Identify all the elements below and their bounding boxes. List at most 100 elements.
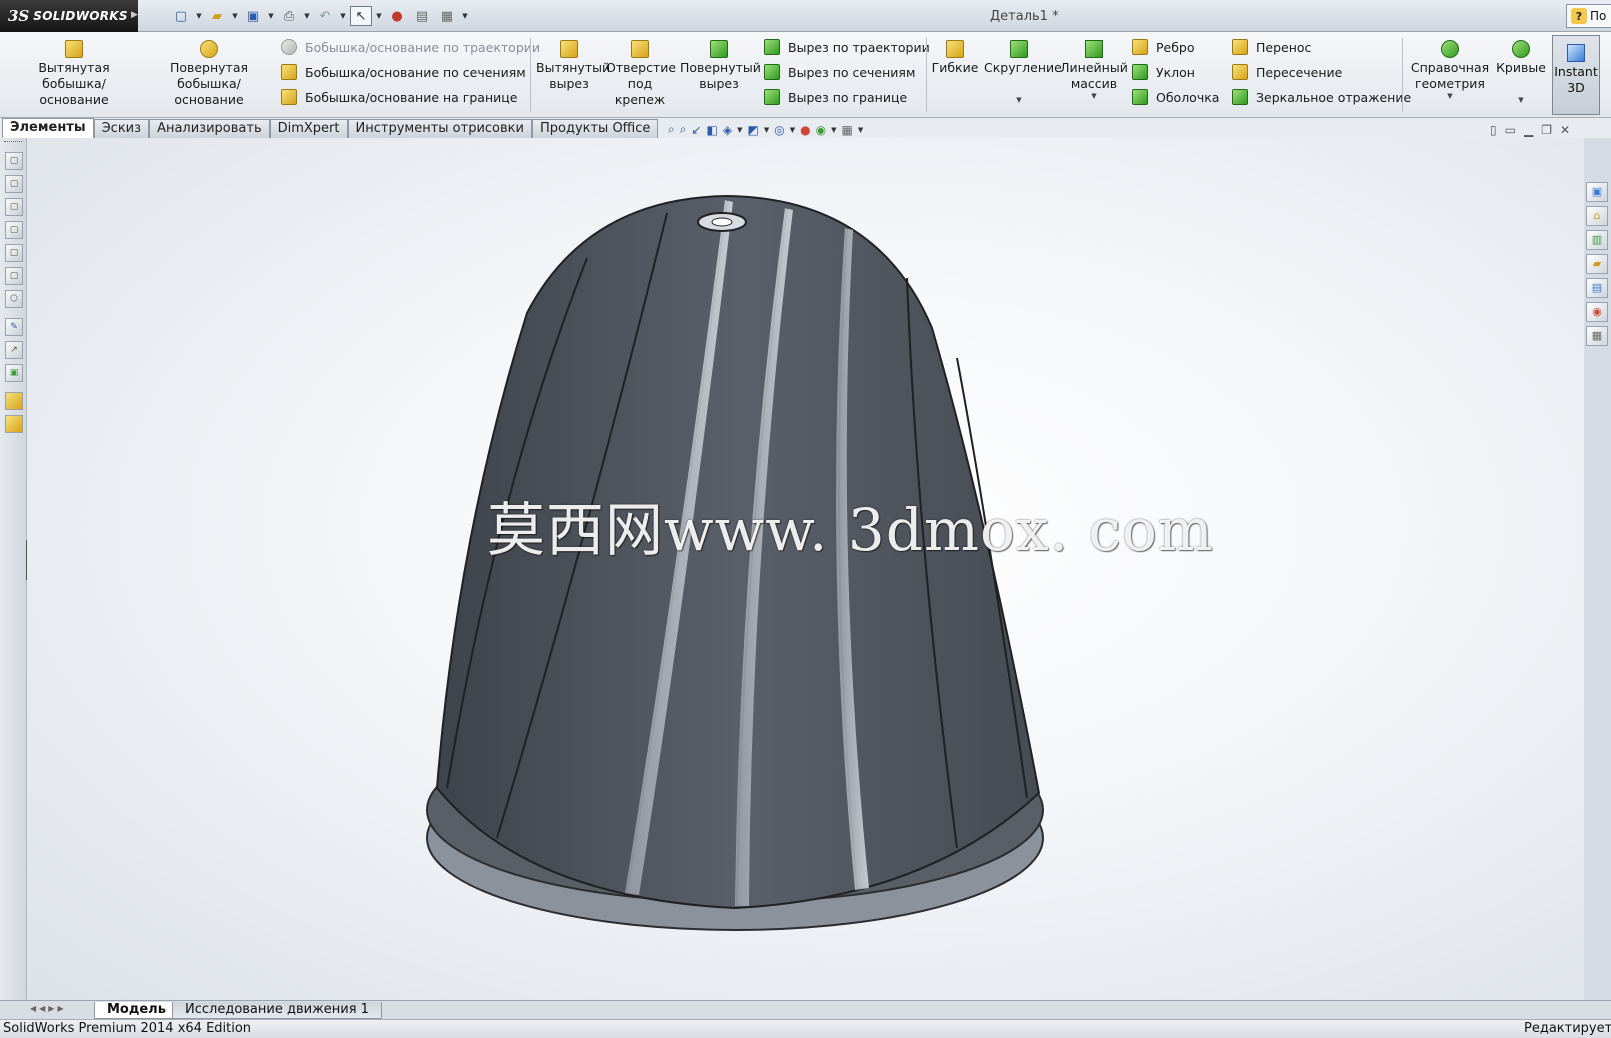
minimize-icon[interactable]: ▁ (1524, 123, 1533, 137)
select-cursor-icon[interactable]: ↖ (350, 6, 372, 26)
print-dropdown-icon[interactable]: ▼ (303, 12, 311, 20)
home-icon[interactable]: ⌂ (1586, 206, 1608, 226)
view-palette-icon[interactable]: ▤ (1586, 278, 1608, 298)
flex-button[interactable]: Гибкие (930, 40, 980, 76)
display-manager-icon[interactable]: ▢ (5, 244, 23, 262)
boundary-boss-button[interactable]: Бобышка/основание на границе (281, 88, 517, 106)
apply-scene-dropdown-icon[interactable]: ▼ (831, 126, 836, 134)
view-settings-icon[interactable]: ▦ (841, 123, 852, 137)
tab-scroll-arrows-icon[interactable]: ◀◀▶▶ (30, 1004, 67, 1013)
resources-icon[interactable]: ▣ (1586, 182, 1608, 202)
section-view-icon[interactable]: ◧ (707, 123, 718, 137)
tab-sketch[interactable]: Эскиз (93, 119, 150, 138)
swept-boss-button[interactable]: Бобышка/основание по траектории (281, 38, 540, 56)
configuration-manager-icon[interactable]: ▢ (5, 198, 23, 216)
smart-dimension-icon[interactable]: ↗ (5, 341, 23, 359)
relations-icon[interactable]: ▣ (5, 364, 23, 382)
display-style-icon[interactable]: ◩ (748, 123, 759, 137)
boundary-cut-button[interactable]: Вырез по границе (764, 88, 907, 106)
custom-properties-icon[interactable]: ▦ (1586, 326, 1608, 346)
instant-3d-button[interactable]: Instant 3D (1552, 35, 1600, 115)
file-explorer-icon[interactable]: ▰ (1586, 254, 1608, 274)
new-dropdown-icon[interactable]: ▼ (195, 12, 203, 20)
revolved-boss-button[interactable]: Повернутая бобышка/основание (144, 40, 274, 108)
open-folder-icon[interactable]: ▰ (206, 6, 228, 26)
split-view-icon[interactable]: ▭ (1505, 123, 1516, 137)
undo-dropdown-icon[interactable]: ▼ (339, 12, 347, 20)
view-settings-dropdown-icon[interactable]: ▼ (858, 126, 863, 134)
rebuild-traffic-light-icon[interactable]: ● (386, 6, 408, 26)
shell-button[interactable]: Оболочка (1132, 88, 1219, 106)
tab-model[interactable]: Модель (94, 1002, 179, 1019)
zoom-to-fit-icon[interactable]: ⌕ (668, 122, 675, 137)
tab-render-tools[interactable]: Инструменты отрисовки (347, 119, 532, 138)
lofted-cut-button[interactable]: Вырез по сечениям (764, 63, 915, 81)
hub-top-hole (711, 217, 733, 227)
fillet-button[interactable]: Скругление ▼ (984, 40, 1062, 104)
swept-cut-button[interactable]: Вырез по траектории (764, 38, 930, 56)
linear-pattern-button[interactable]: Линейный массив ▼ (1058, 40, 1130, 100)
previous-view-icon[interactable]: ↙ (691, 123, 701, 137)
tab-features[interactable]: Элементы (2, 118, 94, 138)
design-library-icon[interactable]: ▥ (1586, 230, 1608, 250)
tab-office-products[interactable]: Продукты Office (531, 119, 659, 138)
save-icon[interactable]: ▣ (242, 6, 264, 26)
linear-pattern-dropdown-icon[interactable]: ▼ (1058, 92, 1130, 100)
panel-grip[interactable] (4, 141, 22, 147)
display-style-dropdown-icon[interactable]: ▼ (764, 126, 769, 134)
options-icon[interactable]: ▦ (436, 6, 458, 26)
tile-view-icon[interactable]: ▯ (1490, 123, 1497, 137)
reference-geometry-button[interactable]: Справочная геометрия ▼ (1408, 40, 1492, 100)
graphics-area[interactable]: 莫西网www. 3dmox. com Z Y X (27, 138, 1584, 1000)
solidworks-window: 3S SOLIDWORKS ▶ ▢ ▼ ▰ ▼ ▣ ▼ ⎙ ▼ ↶ ▼ ↖ ▼ ● ▤ ▦ ▼… (0, 0, 1611, 1038)
reference-geometry-dropdown-icon[interactable]: ▼ (1408, 92, 1492, 100)
intersect-button[interactable]: Пересечение (1232, 63, 1342, 81)
tab-evaluate[interactable]: Анализировать (149, 119, 270, 138)
extruded-cut-button[interactable]: Вытянутый вырез (536, 40, 610, 92)
curves-dropdown-icon[interactable]: ▼ (1494, 96, 1548, 104)
mirror-button[interactable]: Зеркальное отражение (1232, 88, 1411, 106)
tab-motion-study[interactable]: Исследование движения 1 (172, 1002, 382, 1019)
curves-button[interactable]: Кривые ▼ (1494, 40, 1548, 104)
apply-scene-icon[interactable]: ◉ (816, 123, 826, 137)
lofted-boss-button[interactable]: Бобышка/основание по сечениям (281, 63, 526, 81)
fillet-dropdown-icon[interactable]: ▼ (984, 96, 1054, 104)
property-manager-icon[interactable]: ▢ (5, 175, 23, 193)
zoom-to-area-icon[interactable]: ⌕ (680, 122, 687, 137)
view-orientation-dropdown-icon[interactable]: ▼ (737, 126, 742, 134)
sketch-icon[interactable]: ✎ (5, 318, 23, 336)
close-icon[interactable]: ✕ (1560, 123, 1570, 137)
menu-arrow-icon[interactable]: ▶ (131, 10, 138, 20)
hole-wizard-icon (631, 40, 649, 58)
hole-wizard-button[interactable]: Отверстие под крепеж (606, 40, 676, 108)
view-icon-6[interactable]: ▢ (5, 267, 23, 285)
cut-feature-icon[interactable] (5, 415, 23, 433)
save-dropdown-icon[interactable]: ▼ (267, 12, 275, 20)
draft-button[interactable]: Уклон (1132, 63, 1195, 81)
edit-appearance-icon[interactable]: ● (800, 123, 810, 137)
rib-button[interactable]: Ребро (1132, 38, 1195, 56)
restore-icon[interactable]: ❐ (1541, 123, 1552, 137)
view-orientation-icon[interactable]: ◈ (723, 123, 732, 137)
dimxpert-manager-icon[interactable]: ▢ (5, 221, 23, 239)
wrap-button[interactable]: Перенос (1232, 38, 1311, 56)
solidworks-logo[interactable]: 3S SOLIDWORKS (0, 0, 138, 32)
hide-show-dropdown-icon[interactable]: ▼ (790, 126, 795, 134)
lofted-cut-label: Вырез по сечениям (788, 64, 916, 80)
feature-tree-icon[interactable]: ▢ (5, 152, 23, 170)
appearances-icon[interactable]: ◉ (1586, 302, 1608, 322)
open-dropdown-icon[interactable]: ▼ (231, 12, 239, 20)
revolved-cut-button[interactable]: Повернутый вырез (680, 40, 761, 92)
view-icon-7[interactable]: ⬡ (5, 290, 23, 308)
tab-dimxpert[interactable]: DimXpert (269, 119, 348, 138)
print-icon[interactable]: ⎙ (278, 6, 300, 26)
boss-feature-icon[interactable] (5, 392, 23, 410)
select-dropdown-icon[interactable]: ▼ (375, 12, 383, 20)
new-document-icon[interactable]: ▢ (170, 6, 192, 26)
options-dropdown-icon[interactable]: ▼ (461, 12, 469, 20)
file-properties-icon[interactable]: ▤ (411, 6, 433, 26)
undo-icon[interactable]: ↶ (314, 6, 336, 26)
extruded-boss-button[interactable]: Вытянутая бобышка/основание (8, 40, 140, 108)
hide-show-items-icon[interactable]: ◎ (774, 123, 784, 137)
help-search-box[interactable]: ? По (1566, 4, 1611, 28)
